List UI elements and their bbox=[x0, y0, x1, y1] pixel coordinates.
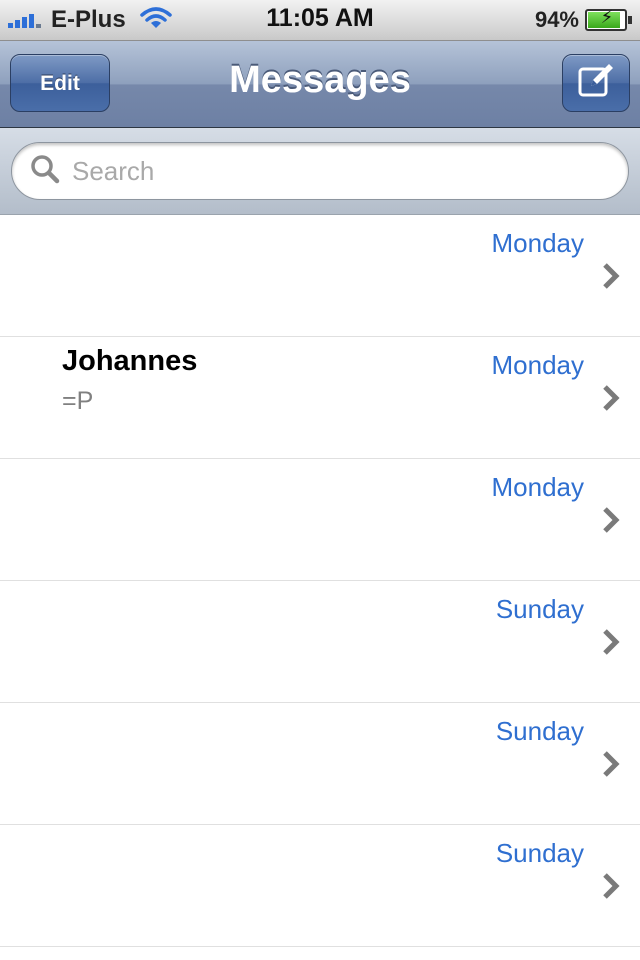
lightning-icon: ⚡ bbox=[600, 7, 614, 27]
chevron-right-icon bbox=[600, 505, 622, 540]
conversation-list[interactable]: Monday Johannes =P Monday Monday Sunday … bbox=[0, 215, 640, 947]
conversation-row[interactable]: Sunday bbox=[0, 825, 640, 947]
navigation-bar: Edit Messages bbox=[0, 41, 640, 128]
battery-tip bbox=[628, 16, 632, 24]
status-bar: E-Plus 11:05 AM 94% ⚡ bbox=[0, 0, 640, 41]
status-right: 94% ⚡ bbox=[535, 6, 632, 34]
page-title: Messages bbox=[229, 59, 411, 101]
compose-icon bbox=[577, 62, 615, 105]
conversation-row[interactable]: Sunday bbox=[0, 703, 640, 825]
search-input[interactable]: Search bbox=[11, 142, 629, 200]
chevron-right-icon bbox=[600, 627, 622, 662]
message-date: Sunday bbox=[495, 838, 584, 868]
chevron-right-icon bbox=[600, 383, 622, 418]
message-preview: =P bbox=[62, 387, 94, 415]
message-date: Monday bbox=[491, 472, 585, 502]
search-bar: Search bbox=[0, 128, 640, 215]
compose-button[interactable] bbox=[562, 54, 630, 112]
chevron-right-icon bbox=[600, 749, 622, 784]
battery-percent: 94% bbox=[534, 7, 579, 32]
message-date: Monday bbox=[491, 350, 585, 380]
search-icon bbox=[30, 154, 60, 189]
contact-name: Johannes bbox=[62, 345, 198, 377]
battery-icon: ⚡ bbox=[585, 7, 627, 31]
conversation-row[interactable]: Johannes =P Monday bbox=[0, 337, 640, 459]
message-date: Sunday bbox=[495, 716, 584, 746]
conversation-row[interactable]: Monday bbox=[0, 459, 640, 581]
chevron-right-icon bbox=[600, 871, 622, 906]
conversation-row[interactable]: Sunday bbox=[0, 581, 640, 703]
search-placeholder: Search bbox=[72, 155, 155, 186]
conversation-row[interactable]: Monday bbox=[0, 215, 640, 337]
message-date: Sunday bbox=[495, 594, 584, 624]
chevron-right-icon bbox=[600, 261, 622, 296]
message-date: Monday bbox=[491, 228, 585, 258]
